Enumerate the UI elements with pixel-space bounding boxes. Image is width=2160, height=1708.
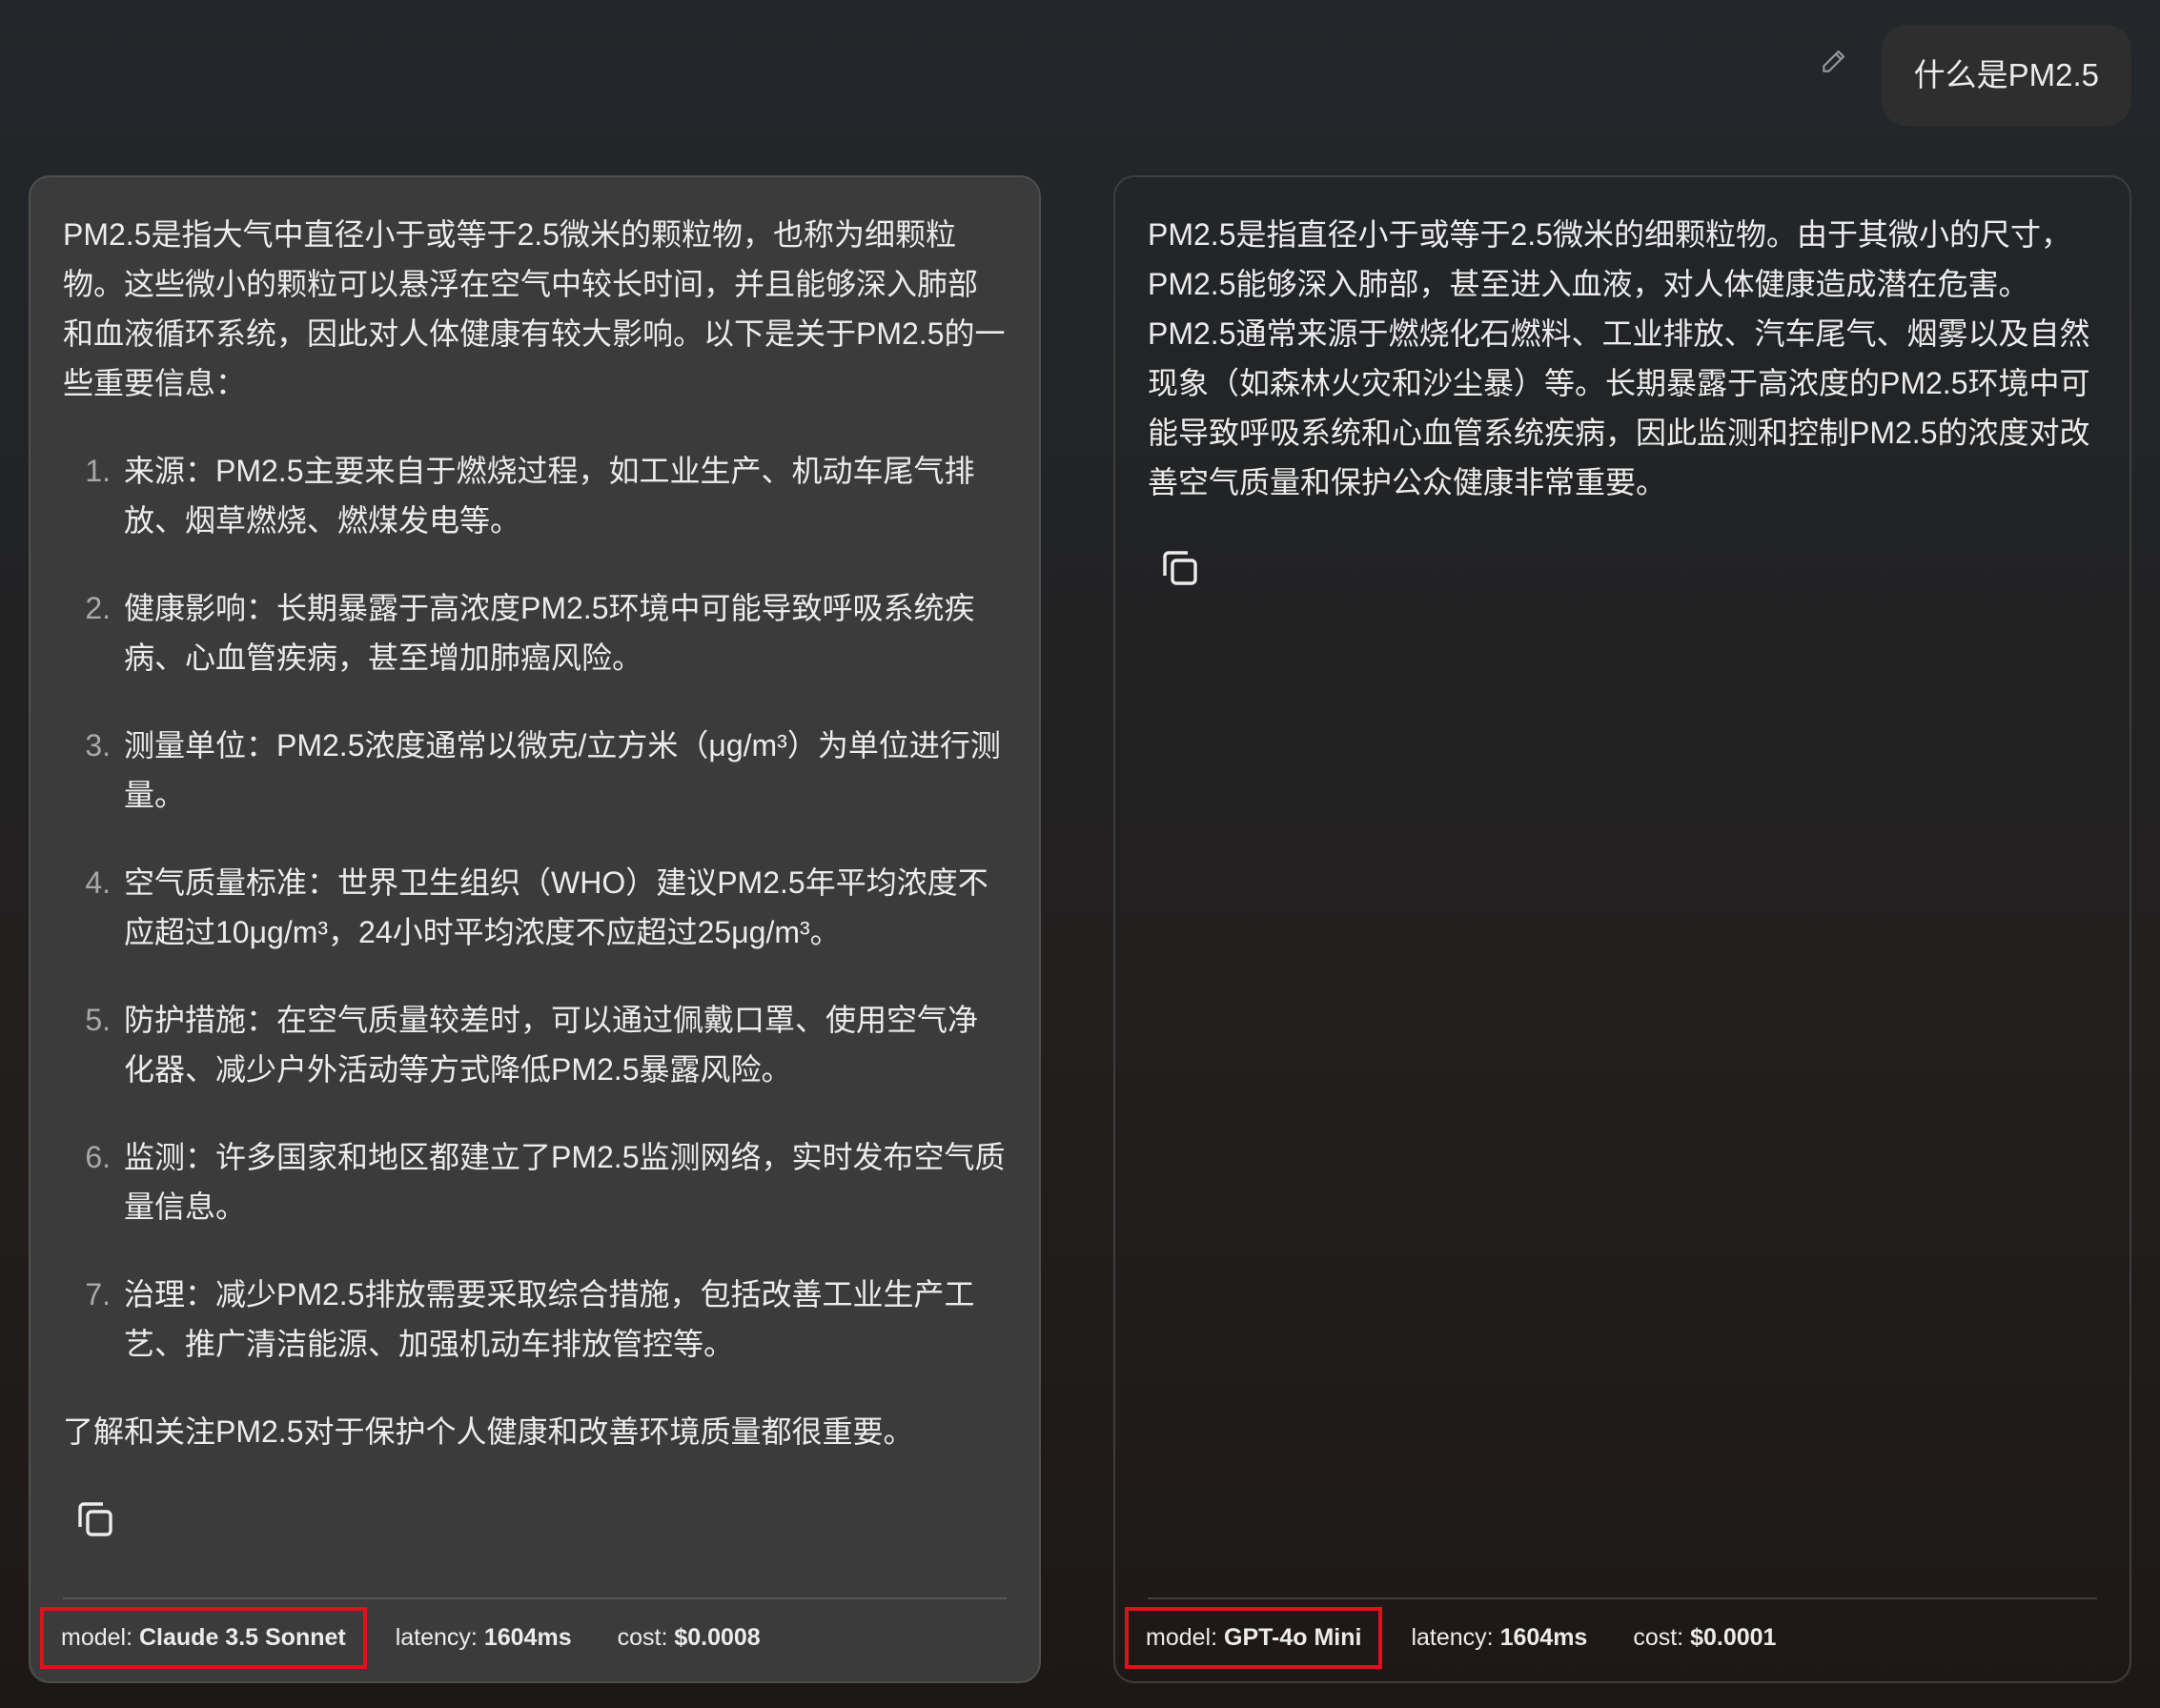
cost-label: cost: (1633, 1624, 1684, 1651)
response-meta: model: GPT-4o Mini latency: 1604ms cost:… (1125, 1607, 1822, 1669)
list-item: 2. 健康影响：长期暴露于高浓度PM2.5环境中可能导致呼吸系统疾病、心血管疾病，… (63, 583, 1007, 682)
response-text: PM2.5是指直径小于或等于2.5微米的细颗粒物。由于其微小的尺寸，PM2.5能… (1148, 217, 2090, 499)
list-item-text: 来源：PM2.5主要来自于燃烧过程，如工业生产、机动车尾气排放、烟草燃烧、燃煤发… (124, 454, 975, 538)
list-item-number: 6. (85, 1140, 111, 1174)
latency-label: latency: (1411, 1624, 1494, 1651)
model-info-highlight: model: Claude 3.5 Sonnet (40, 1607, 367, 1669)
latency-value: 1604ms (1499, 1624, 1588, 1651)
list-item-number: 1. (85, 454, 111, 488)
model-label: model: (1146, 1624, 1218, 1651)
copy-icon[interactable] (72, 1496, 118, 1542)
model-label: model: (61, 1624, 133, 1651)
list-item-text: 防护措施：在空气质量较差时，可以通过佩戴口罩、使用空气净化器、减少户外活动等方式… (124, 1003, 979, 1087)
user-message-row: 什么是PM2.5 (1815, 25, 2131, 126)
model-value: GPT-4o Mini (1224, 1624, 1362, 1651)
list-item: 6. 监测：许多国家和地区都建立了PM2.5监测网络，实时发布空气质量信息。 (63, 1132, 1007, 1231)
list-item: 5. 防护措施：在空气质量较差时，可以通过佩戴口罩、使用空气净化器、减少户外活动等… (63, 995, 1007, 1094)
list-item-text: 空气质量标准：世界卫生组织（WHO）建议PM2.5年平均浓度不应超过10μg/m… (124, 865, 988, 949)
cost-info: cost: $0.0008 (618, 1607, 761, 1669)
panel-divider (1148, 1597, 2097, 1599)
response-list: 1. 来源：PM2.5主要来自于燃烧过程，如工业生产、机动车尾气排放、烟草燃烧、燃… (63, 446, 1007, 1369)
response-panel-gpt: PM2.5是指直径小于或等于2.5微米的细颗粒物。由于其微小的尺寸，PM2.5能… (1113, 175, 2131, 1683)
response-intro: PM2.5是指大气中直径小于或等于2.5微米的颗粒物，也称为细颗粒物。这些微小的… (63, 217, 1006, 400)
cost-info: cost: $0.0001 (1633, 1607, 1776, 1669)
latency-value: 1604ms (483, 1624, 572, 1651)
list-item-text: 监测：许多国家和地区都建立了PM2.5监测网络，实时发布空气质量信息。 (124, 1140, 1006, 1224)
list-item-number: 7. (85, 1277, 111, 1312)
copy-icon[interactable] (1157, 545, 1203, 591)
response-outro: 了解和关注PM2.5对于保护个人健康和改善环境质量都很重要。 (63, 1414, 914, 1449)
list-item-number: 2. (85, 591, 111, 625)
list-item: 4. 空气质量标准：世界卫生组织（WHO）建议PM2.5年平均浓度不应超过10μg… (63, 858, 1007, 957)
panel-divider (63, 1597, 1007, 1599)
model-info-highlight: model: GPT-4o Mini (1125, 1607, 1383, 1669)
response-meta: model: Claude 3.5 Sonnet latency: 1604ms… (40, 1607, 806, 1669)
list-item-text: 治理：减少PM2.5排放需要采取综合措施，包括改善工业生产工艺、推广清洁能源、加… (124, 1277, 975, 1361)
latency-label: latency: (395, 1624, 478, 1651)
model-value: Claude 3.5 Sonnet (139, 1624, 346, 1651)
latency-info: latency: 1604ms (1411, 1607, 1587, 1669)
response-content: PM2.5是指直径小于或等于2.5微米的细颗粒物。由于其微小的尺寸，PM2.5能… (1148, 210, 2097, 507)
list-item-text: 健康影响：长期暴露于高浓度PM2.5环境中可能导致呼吸系统疾病、心血管疾病，甚至… (124, 591, 975, 675)
cost-value: $0.0001 (1690, 1624, 1777, 1651)
cost-label: cost: (617, 1624, 668, 1651)
cost-value: $0.0008 (674, 1624, 761, 1651)
list-item: 3. 测量单位：PM2.5浓度通常以微克/立方米（μg/m³）为单位进行测量。 (63, 721, 1007, 820)
list-item-number: 3. (85, 728, 111, 762)
list-item: 7. 治理：减少PM2.5排放需要采取综合措施，包括改善工业生产工艺、推广清洁能源… (63, 1270, 1007, 1369)
pencil-icon[interactable] (1815, 42, 1853, 80)
list-item: 1. 来源：PM2.5主要来自于燃烧过程，如工业生产、机动车尾气排放、烟草燃烧、燃… (63, 446, 1007, 545)
list-item-number: 5. (85, 1003, 111, 1037)
list-item-text: 测量单位：PM2.5浓度通常以微克/立方米（μg/m³）为单位进行测量。 (124, 728, 1001, 812)
response-panel-claude: PM2.5是指大气中直径小于或等于2.5微米的颗粒物，也称为细颗粒物。这些微小的… (29, 175, 1041, 1683)
latency-info: latency: 1604ms (396, 1607, 572, 1669)
response-content: PM2.5是指大气中直径小于或等于2.5微米的颗粒物，也称为细颗粒物。这些微小的… (63, 210, 1007, 1456)
user-message-bubble: 什么是PM2.5 (1881, 25, 2131, 126)
list-item-number: 4. (85, 865, 111, 900)
